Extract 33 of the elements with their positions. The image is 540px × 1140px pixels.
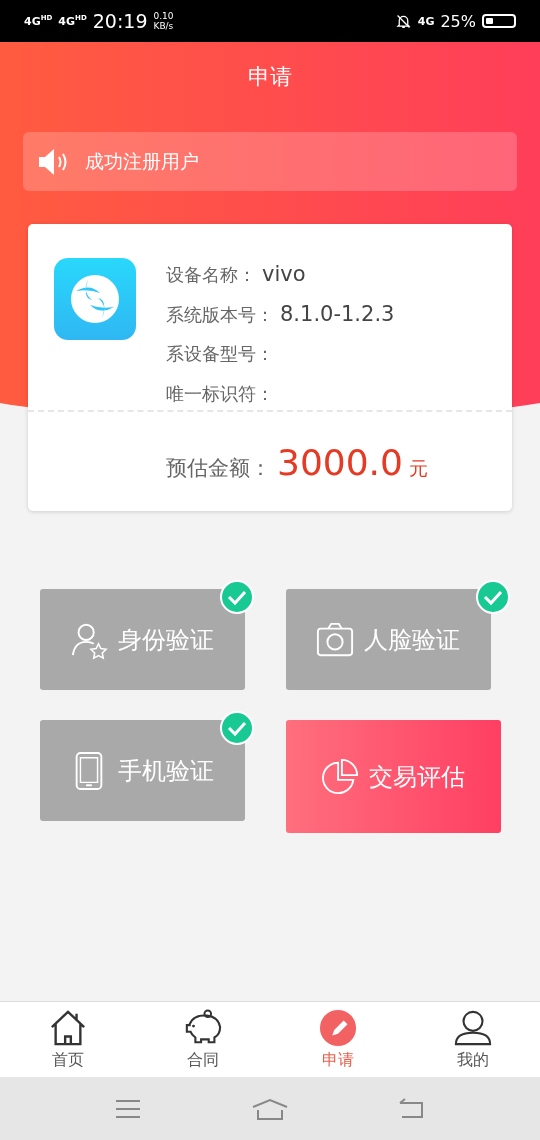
nav-tab[interactable]: 合同 [135, 1002, 270, 1077]
page-title: 申请 [248, 63, 292, 91]
verify-button[interactable]: 身份验证 [39, 589, 245, 690]
nav-tab[interactable]: 我的 [405, 1002, 540, 1077]
user-icon [453, 1008, 492, 1047]
field-label: 唯一标识符： [166, 382, 274, 406]
verify-button[interactable]: 人脸验证 [285, 589, 491, 690]
field-value: vivo [262, 262, 306, 286]
nav-tab[interactable]: 首页 [0, 1002, 135, 1077]
network-label: 4G [417, 14, 435, 28]
speed-unit: KB/s [153, 21, 174, 31]
nav-tab[interactable]: 申请 [270, 1002, 405, 1077]
pencil-icon [318, 1008, 357, 1047]
clock: 20:19 [92, 10, 148, 32]
field-label: 系设备型号： [166, 342, 274, 366]
signal-label: 4G$^{HD}$ [24, 14, 53, 28]
notice-text: 成功注册用户 [85, 148, 199, 174]
currency-unit: 元 [408, 456, 428, 481]
battery-icon [482, 14, 516, 28]
app-icon [54, 258, 136, 340]
amount-value: 3000.0 [277, 442, 403, 483]
field-value: 8.1.0-1.2.3 [280, 302, 395, 326]
home-icon [48, 1008, 87, 1047]
verify-button[interactable]: 手机验证 [39, 720, 245, 821]
signal-label: 4G$^{HD}$ [58, 14, 87, 28]
pie-chart-icon [321, 756, 359, 797]
battery-percent: 25% [440, 11, 476, 31]
speed-value: 0.10 [153, 11, 174, 21]
field-label: 设备名称： [166, 263, 256, 287]
field-label: 系统版本号： [166, 303, 274, 327]
home-key-icon[interactable] [250, 1096, 290, 1121]
amount-label: 预估金额： [166, 455, 271, 482]
verify-button[interactable]: 交易评估 [285, 720, 501, 833]
